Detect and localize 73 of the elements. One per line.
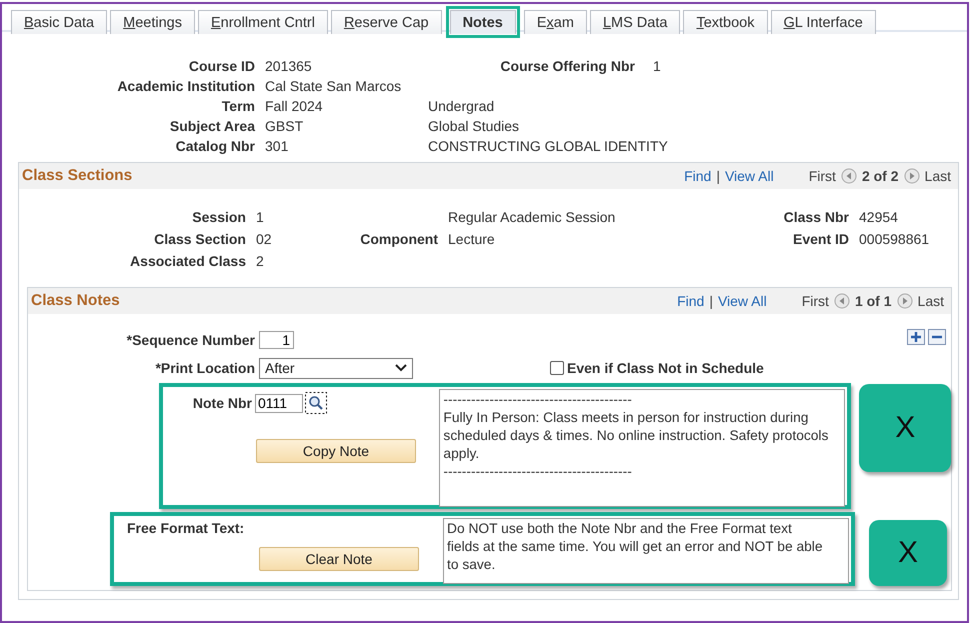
page-position: 1 of 1	[854, 293, 892, 309]
add-icon[interactable]	[907, 329, 925, 345]
checkbox-label: Even if Class Not in Schedule	[567, 360, 764, 376]
close-button[interactable]: X	[859, 384, 951, 472]
page-position: 2 of 2	[862, 168, 899, 184]
link-separator: |	[709, 293, 713, 309]
field-description: Undergrad	[428, 98, 496, 114]
field-label: Class Nbr	[782, 209, 849, 225]
field-value: 2	[256, 253, 265, 269]
field-value: Cal State San Marcos	[265, 78, 402, 94]
field-value: 301	[265, 138, 290, 154]
sequence-field[interactable]: 1	[259, 331, 294, 349]
tab[interactable]: GL Interface	[770, 10, 876, 34]
previous-icon[interactable]	[840, 168, 857, 184]
field-value: 1	[653, 58, 661, 74]
field-description: Global Studies	[428, 118, 520, 134]
field-label: Component	[360, 231, 438, 247]
field-value: GBST	[265, 118, 304, 134]
field-value: 000598861	[859, 231, 930, 247]
note-text-area[interactable]: ----------------------------------------- Fully In Person: Class meets in person for instruction during scheduled days & times. No online instruction. Safety protocols apply. -----------------------------------------	[439, 389, 846, 507]
field-label: Class Section	[153, 231, 246, 247]
note-number-field[interactable]: 0111	[255, 394, 303, 412]
next-icon[interactable]	[896, 293, 913, 309]
field-label: Course Offering Nbr	[499, 58, 635, 74]
field-label: Note Nbr	[192, 395, 252, 411]
tab[interactable]: Exam	[524, 10, 587, 34]
field-description: Regular Academic Session	[448, 209, 616, 225]
next-icon[interactable]	[904, 168, 920, 184]
last-label: Last	[924, 168, 951, 184]
find-link[interactable]: Find	[677, 293, 704, 309]
field-label: Term	[220, 98, 255, 114]
first-label: First	[802, 293, 829, 309]
field-value: Fall 2024	[265, 98, 324, 114]
field-value: 201365	[265, 58, 313, 74]
tab[interactable]: Meetings	[110, 10, 195, 34]
view-all-link[interactable]: View All	[718, 293, 767, 309]
clear-note-button[interactable]: Clear Note	[259, 547, 419, 571]
previous-icon[interactable]	[834, 293, 850, 309]
section-title: Class Notes	[31, 292, 120, 310]
field-value: 42954	[859, 209, 899, 225]
section-title: Class Sections	[22, 167, 132, 185]
field-value: 1	[256, 209, 265, 225]
field-label: Academic Institution	[116, 78, 255, 94]
tab[interactable]: Basic Data	[11, 10, 108, 34]
tab[interactable]: Reserve Cap	[330, 10, 442, 34]
first-label: First	[808, 168, 836, 184]
remove-icon[interactable]	[928, 329, 946, 345]
field-label: Event ID	[792, 231, 849, 247]
tab[interactable]: LMS Data	[590, 10, 680, 34]
find-link[interactable]: Find	[684, 168, 712, 184]
caret-icon	[395, 364, 407, 372]
field-label: Session	[191, 209, 246, 225]
search-icon[interactable]	[305, 392, 327, 414]
free-format-text-area[interactable]: Do NOT use both the Note Nbr and the Free Format text fields at the same time. You will get an error and NOT be able to save.	[443, 518, 849, 584]
tab[interactable]: Textbook	[683, 10, 768, 34]
field-label: Associated Class	[129, 253, 246, 269]
last-label: Last	[918, 293, 944, 309]
checkbox[interactable]	[550, 361, 564, 375]
field-label: Subject Area	[168, 118, 255, 134]
copy-note-button[interactable]: Copy Note	[256, 439, 416, 463]
close-button[interactable]: X	[869, 520, 947, 586]
field-label: *Sequence Number	[126, 332, 255, 348]
field-label: *Print Location	[154, 360, 255, 376]
field-value: Lecture	[448, 231, 496, 247]
field-label: Course ID	[188, 58, 255, 74]
print-location-dropdown[interactable]: After	[259, 358, 413, 378]
field-label: Free Format Text:	[127, 520, 246, 536]
field-description: CONSTRUCTING GLOBAL IDENTITY	[428, 138, 669, 154]
field-label: Catalog Nbr	[174, 138, 255, 154]
tab[interactable]: Enrollment Cntrl	[198, 10, 328, 34]
field-value: 02	[256, 231, 273, 247]
view-all-link[interactable]: View All	[724, 168, 774, 184]
link-separator: |	[716, 168, 720, 184]
